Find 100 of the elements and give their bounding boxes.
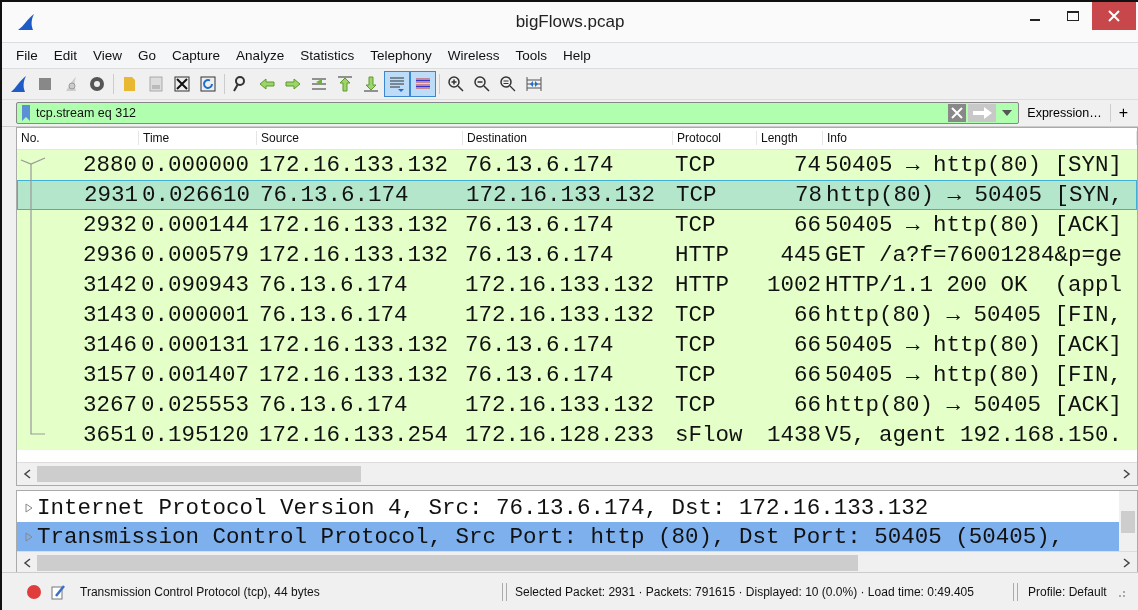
expression-button[interactable]: Expression… xyxy=(1019,106,1110,120)
menu-item[interactable]: Wireless xyxy=(439,48,508,63)
packet-row[interactable]: 3267 0.025553 76.13.6.174 172.16.133.132 TCP 66 http(80) → 50405 [ACK] xyxy=(17,389,1137,420)
table-cell-text: 74 xyxy=(793,151,822,178)
table-cell-text: 0.000579 xyxy=(140,241,251,268)
toolbar-button[interactable] xyxy=(410,71,436,97)
menu-item[interactable]: Capture xyxy=(164,48,229,63)
horizontal-scrollbar[interactable] xyxy=(17,462,1137,485)
table-cell-text: 445 xyxy=(779,241,822,268)
menu-item[interactable]: Analyze xyxy=(228,48,293,63)
edit-comment-icon[interactable] xyxy=(50,583,66,600)
menu-item[interactable]: Statistics xyxy=(292,48,363,63)
stop-icon xyxy=(36,75,54,93)
packet-row[interactable]: 3143 0.000001 76.13.6.174 172.16.133.132 TCP 66 http(80) → 50405 [FIN, xyxy=(17,299,1137,330)
packet-row[interactable]: 3651 0.195120 172.16.133.254 172.16.128.233 sFlow 1438 V5, agent 192.168.150. xyxy=(17,419,1137,450)
table-cell-text: TCP xyxy=(674,151,717,178)
status-text: Transmission Control Protocol (tcp), 44 bytes xyxy=(80,584,321,599)
table-cell-text: 50405 → http(80) [FIN, xyxy=(824,361,1124,388)
column-header[interactable]: Length xyxy=(757,131,823,146)
display-filter-field[interactable]: tcp.stream eq 312 xyxy=(16,102,1020,124)
zoom-reset-icon xyxy=(499,75,517,93)
table-cell-text: TCP xyxy=(674,331,717,358)
vertical-scrollbar[interactable] xyxy=(1119,491,1137,551)
column-header[interactable]: Destination xyxy=(463,131,673,146)
expert-info-icon[interactable] xyxy=(26,583,42,600)
profile-label[interactable]: Profile: Default xyxy=(1028,584,1107,599)
table-cell-text: 0.195120 xyxy=(140,421,251,448)
scroll-left-icon[interactable] xyxy=(23,558,31,568)
table-cell-text: 172.16.133.132 xyxy=(464,271,656,298)
table-cell-text: 172.16.133.132 xyxy=(464,391,656,418)
clear-icon[interactable] xyxy=(948,104,967,122)
zoom-out-icon xyxy=(473,75,491,93)
scrollbar-thumb[interactable] xyxy=(37,466,361,482)
detail-tree-row[interactable]: Transmission Control Protocol, Src Port: http (80), Dst Port: 50405 (50405), xyxy=(17,522,1119,551)
table-cell-text: 66 xyxy=(793,361,822,388)
column-header[interactable]: Protocol xyxy=(673,131,757,146)
close-icon xyxy=(173,75,191,93)
packet-row[interactable]: 2932 0.000144 172.16.133.132 76.13.6.174 TCP 66 50405 → http(80) [ACK] xyxy=(17,209,1137,240)
table-cell-text: sFlow xyxy=(674,421,744,448)
table-cell-text: 76.13.6.174 xyxy=(464,361,615,388)
menu-item[interactable]: Tools xyxy=(507,48,555,63)
packet-row[interactable]: 2880 0.000000 172.16.133.132 76.13.6.174 TCP 74 50405 → http(80) [SYN] xyxy=(17,149,1137,180)
dropdown-caret-icon[interactable] xyxy=(1002,110,1013,116)
table-cell-text: 2936 xyxy=(82,241,138,268)
column-header[interactable]: Time xyxy=(139,131,257,146)
table-cell-text: 76.13.6.174 xyxy=(464,331,615,358)
table-cell-text: 2880 xyxy=(82,151,138,178)
table-cell-text: 172.16.133.254 xyxy=(258,421,450,448)
table-cell-text: 0.026610 xyxy=(141,181,252,208)
table-cell-text: http(80) → 50405 [SYN, xyxy=(825,181,1125,208)
menu-item[interactable]: Edit xyxy=(45,48,86,63)
down-arrow-icon xyxy=(362,75,380,93)
file-icon xyxy=(147,75,165,93)
table-cell-text: 0.000001 xyxy=(140,301,251,328)
table-cell-text: TCP xyxy=(674,211,717,238)
menu-item[interactable]: View xyxy=(85,48,131,63)
table-cell-text: 0.025553 xyxy=(140,391,251,418)
table-cell-text: HTTP/1.1 200 OK (appl xyxy=(824,271,1124,298)
table-cell-text: http(80) → 50405 [ACK] xyxy=(824,391,1124,418)
table-cell-text: 3143 xyxy=(82,301,138,328)
column-header[interactable]: No. xyxy=(17,131,139,146)
table-cell-text: 3267 xyxy=(82,391,138,418)
column-header[interactable]: Info xyxy=(823,131,1137,146)
table-cell-text: 0.090943 xyxy=(140,271,251,298)
table-cell-text: 0.000000 xyxy=(140,151,251,178)
add-filter-button[interactable]: + xyxy=(1110,104,1132,122)
menu-item[interactable]: Help xyxy=(555,48,599,63)
table-cell-text: V5, agent 192.168.150. xyxy=(824,421,1124,448)
packet-row[interactable]: 2936 0.000579 172.16.133.132 76.13.6.174 HTTP 445 GET /a?f=76001284&p=ge xyxy=(17,239,1137,270)
menu-item[interactable]: Telephony xyxy=(362,48,440,63)
column-header[interactable]: Source xyxy=(257,131,463,146)
minimize-icon xyxy=(1030,19,1040,21)
scroll-right-icon[interactable] xyxy=(1123,558,1131,568)
scrollbar-thumb[interactable] xyxy=(37,555,858,571)
packet-row[interactable]: 3157 0.001407 172.16.133.132 76.13.6.174 TCP 66 50405 → http(80) [FIN, xyxy=(17,359,1137,390)
table-cell-text: 0.000144 xyxy=(140,211,251,238)
detail-tree-row[interactable]: Internet Protocol Version 4, Src: 76.13.6.174, Dst: 172.16.133.132 xyxy=(17,493,1119,522)
menu-item[interactable]: File xyxy=(8,48,46,63)
table-cell-text: 50405 → http(80) [SYN] xyxy=(824,151,1124,178)
bookmark-icon xyxy=(21,105,31,121)
packet-row[interactable]: 2931 0.026610 76.13.6.174 172.16.133.132 TCP 78 http(80) → 50405 [SYN, xyxy=(17,179,1137,210)
table-cell-text: 76.13.6.174 xyxy=(258,301,409,328)
autoscroll-icon xyxy=(388,75,406,93)
horizontal-scrollbar[interactable] xyxy=(17,551,1137,574)
menu-item[interactable]: Go xyxy=(130,48,165,63)
scroll-left-icon[interactable] xyxy=(23,469,31,479)
table-cell-text: GET /a?f=76001284&p=ge xyxy=(824,241,1124,268)
table-cell-text: 2931 xyxy=(83,181,139,208)
table-cell-text: 76.13.6.174 xyxy=(464,241,615,268)
table-cell-text: 50405 → http(80) [ACK] xyxy=(824,331,1124,358)
packet-row[interactable]: 3146 0.000131 172.16.133.132 76.13.6.174 TCP 66 50405 → http(80) [ACK] xyxy=(17,329,1137,360)
close-button[interactable] xyxy=(1092,2,1136,30)
expander-icon[interactable] xyxy=(25,502,33,513)
table-cell-text: 76.13.6.174 xyxy=(464,151,615,178)
table-cell-text: 0.001407 xyxy=(140,361,251,388)
table-cell-text: 1438 xyxy=(766,421,822,448)
table-cell-text: 172.16.133.132 xyxy=(258,211,450,238)
packet-row[interactable]: 3142 0.090943 76.13.6.174 172.16.133.132 HTTP 1002 HTTP/1.1 200 OK (appl xyxy=(17,269,1137,300)
shark-fin-icon xyxy=(10,75,28,93)
scroll-right-icon[interactable] xyxy=(1123,469,1131,479)
